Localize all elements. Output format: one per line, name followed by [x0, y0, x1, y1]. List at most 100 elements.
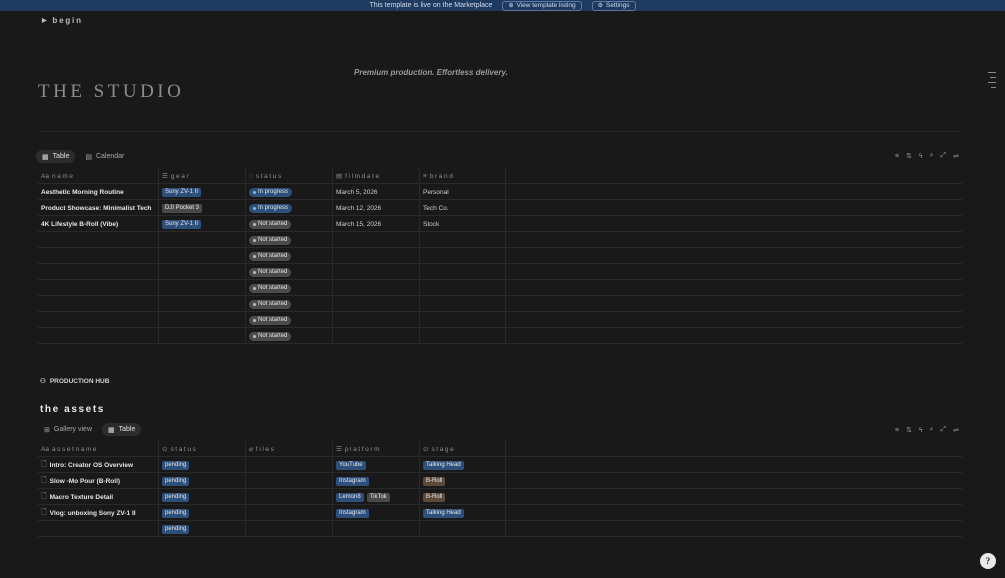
table-cell[interactable]	[38, 264, 159, 280]
col-header-status[interactable]: ⊙ status	[159, 441, 246, 457]
help-button[interactable]: ?	[980, 553, 996, 569]
table-cell[interactable]: March 15, 2026	[333, 216, 420, 232]
col-header-gear[interactable]: ☰ gear	[159, 168, 246, 184]
table-cell[interactable]	[246, 457, 333, 473]
table-cell[interactable]: Not started	[246, 296, 333, 312]
col-header-stage[interactable]: ⊙ stage	[420, 441, 506, 457]
table-cell[interactable]	[38, 232, 159, 248]
table-cell[interactable]	[38, 328, 159, 344]
table-cell[interactable]: Sony ZV-1 II	[159, 184, 246, 200]
production-hub-link[interactable]: ⚇ PRODUCTION HUB	[40, 377, 109, 386]
table-cell[interactable]	[159, 328, 246, 344]
table-cell[interactable]	[38, 521, 159, 537]
settings-icon[interactable]: ⇌	[953, 426, 959, 434]
table-cell[interactable]	[333, 521, 420, 537]
table-cell[interactable]: March 5, 2026	[333, 184, 420, 200]
search-icon[interactable]: ⌕	[930, 426, 934, 434]
table-cell[interactable]: 🗋 Slow -Mo Pour (B-Roll)	[38, 473, 159, 489]
sort-icon[interactable]: ⇅	[906, 426, 912, 434]
table-cell[interactable]: 🗋 Macro Texture Detail	[38, 489, 159, 505]
tab-calendar[interactable]: ▤ Calendar	[79, 150, 130, 163]
outline-icon[interactable]	[988, 72, 996, 88]
view-listing-button[interactable]: ⊕ View template listing	[502, 0, 582, 11]
table-cell[interactable]	[333, 280, 420, 296]
col-header-assetname[interactable]: Aa assetname	[38, 441, 159, 457]
begin-toggle[interactable]: ▶ begin	[42, 16, 83, 25]
table-row[interactable]: Aesthetic Morning Routine Sony ZV-1 II In …	[38, 184, 962, 200]
automation-icon[interactable]: ϟ	[919, 427, 923, 434]
table-row[interactable]: Not started	[38, 296, 962, 312]
table-cell[interactable]	[159, 296, 246, 312]
expand-icon[interactable]: ⤢	[941, 426, 947, 434]
table-row[interactable]: Not started	[38, 248, 962, 264]
sort-icon[interactable]: ⇅	[906, 152, 912, 160]
col-header-name[interactable]: Aa name	[38, 168, 159, 184]
table-cell[interactable]	[38, 312, 159, 328]
table-cell[interactable]: Stock	[420, 216, 506, 232]
filter-icon[interactable]: ≡	[895, 153, 899, 160]
col-header-platform[interactable]: ☰ platform	[333, 441, 420, 457]
table-row[interactable]: 🗋 Macro Texture Detail pending Lemon8 TikTok…	[38, 489, 962, 505]
table-cell[interactable]	[159, 312, 246, 328]
table-cell[interactable]: Talking Head	[420, 505, 506, 521]
table-cell[interactable]: Tech Co.	[420, 200, 506, 216]
table-cell[interactable]: 🗋 Vlog: unboxing Sony ZV-1 II	[38, 505, 159, 521]
table-cell[interactable]	[159, 264, 246, 280]
tab-table[interactable]: ▦ Table	[102, 423, 142, 436]
table-cell[interactable]	[420, 328, 506, 344]
table-row[interactable]: 🗋 Intro: Creator OS Overview pending YouTub…	[38, 457, 962, 473]
table-cell[interactable]	[420, 232, 506, 248]
table-cell[interactable]	[333, 312, 420, 328]
table-row[interactable]: Not started	[38, 328, 962, 344]
tab-table[interactable]: ▦ Table	[36, 150, 76, 163]
table-cell[interactable]	[246, 473, 333, 489]
table-row[interactable]: 🗋 Vlog: unboxing Sony ZV-1 II pending Insta…	[38, 505, 962, 521]
table-cell[interactable]	[246, 521, 333, 537]
table-cell[interactable]	[333, 296, 420, 312]
table-cell[interactable]: B-Roll	[420, 489, 506, 505]
table-cell[interactable]: Not started	[246, 264, 333, 280]
table-cell[interactable]: Sony ZV-1 II	[159, 216, 246, 232]
table-cell[interactable]: Not started	[246, 216, 333, 232]
table-cell[interactable]	[420, 296, 506, 312]
table-cell[interactable]	[420, 264, 506, 280]
table-row[interactable]: Not started	[38, 232, 962, 248]
table-cell[interactable]: Product Showcase: Minimalist Tech	[38, 200, 159, 216]
table-cell[interactable]	[333, 232, 420, 248]
table-row[interactable]: Not started	[38, 280, 962, 296]
table-row[interactable]: 🗋 Slow -Mo Pour (B-Roll) pending Instagram B…	[38, 473, 962, 489]
table-cell[interactable]: Personal	[420, 184, 506, 200]
table-row[interactable]: Not started	[38, 264, 962, 280]
table-cell[interactable]: Instagram	[333, 505, 420, 521]
col-header-files[interactable]: ⌀ files	[246, 441, 333, 457]
settings-icon[interactable]: ⇌	[953, 152, 959, 160]
table-cell[interactable]: pending	[159, 505, 246, 521]
table-cell[interactable]: pending	[159, 521, 246, 537]
table-cell[interactable]	[333, 264, 420, 280]
table-cell[interactable]	[420, 521, 506, 537]
table-cell[interactable]: pending	[159, 473, 246, 489]
table-cell[interactable]	[420, 312, 506, 328]
table-cell[interactable]	[333, 328, 420, 344]
table-cell[interactable]: Not started	[246, 312, 333, 328]
col-header-brand[interactable]: ≡ brand	[420, 168, 506, 184]
table-cell[interactable]: Talking Head	[420, 457, 506, 473]
table-cell[interactable]: 4K Lifestyle B-Roll (Vibe)	[38, 216, 159, 232]
table-cell[interactable]: Instagram	[333, 473, 420, 489]
table-cell[interactable]: In progress	[246, 200, 333, 216]
table-cell[interactable]: In progress	[246, 184, 333, 200]
table-cell[interactable]: YouTube	[333, 457, 420, 473]
table-cell[interactable]: pending	[159, 489, 246, 505]
table-cell[interactable]: Not started	[246, 248, 333, 264]
table-cell[interactable]: Lemon8 TikTok	[333, 489, 420, 505]
search-icon[interactable]: ⌕	[930, 152, 934, 160]
table-cell[interactable]	[159, 232, 246, 248]
table-cell[interactable]	[159, 280, 246, 296]
expand-icon[interactable]: ⤢	[941, 152, 947, 160]
table-cell[interactable]: March 12, 2026	[333, 200, 420, 216]
table-cell[interactable]: Aesthetic Morning Routine	[38, 184, 159, 200]
table-cell[interactable]: Not started	[246, 328, 333, 344]
table-cell[interactable]	[333, 248, 420, 264]
tab-gallery-view[interactable]: ⊞ Gallery view	[38, 423, 98, 436]
table-cell[interactable]	[246, 505, 333, 521]
